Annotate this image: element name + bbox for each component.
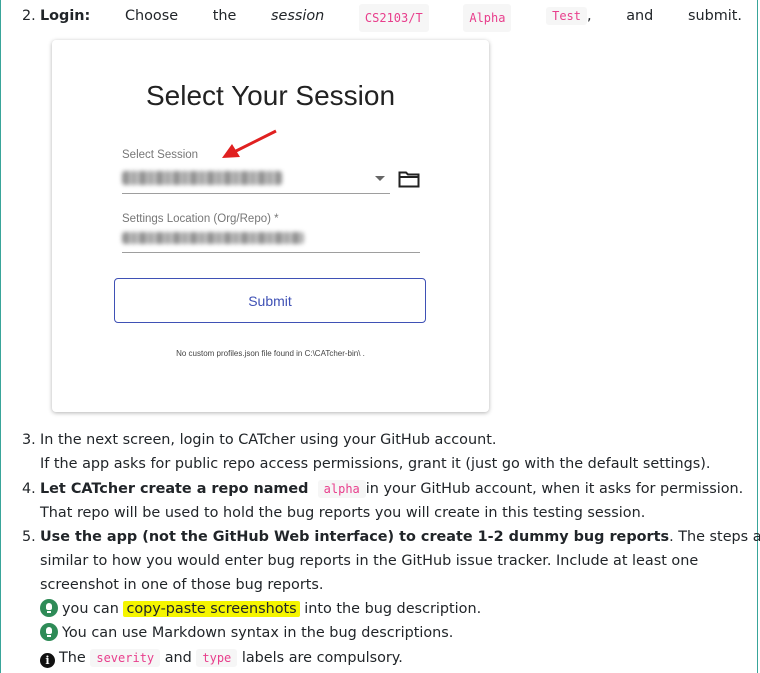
location-field-label: Settings Location (Org/Repo) * <box>122 213 279 225</box>
session-field-label: Select Session <box>122 149 199 161</box>
highlighted-text: copy-paste screenshots <box>123 601 300 617</box>
location-underline <box>122 252 420 253</box>
step-2-word: and <box>626 8 654 24</box>
info-icon: i <box>40 653 55 668</box>
profiles-note: No custom profiles.json file found in C:… <box>176 349 365 358</box>
session-code: Alpha <box>463 4 512 32</box>
lightbulb-icon <box>40 599 58 617</box>
info-labels: i The severity and type labels are compul… <box>40 646 742 670</box>
submit-button[interactable]: Submit <box>114 278 426 323</box>
step-5-line-1: Use the app (not the GitHub Web interfac… <box>40 529 760 545</box>
step-2-word: Choose <box>124 8 179 24</box>
step-4-line-2: That repo will be used to hold the bug r… <box>40 505 646 521</box>
step-5-number: 5. <box>22 529 36 545</box>
step-4-number: 4. <box>22 481 36 497</box>
lightbulb-icon <box>40 623 58 641</box>
step-2-number: 2. <box>22 8 36 24</box>
step-4-rest: in your GitHub account, when it asks for… <box>365 481 744 497</box>
step-2-word: session <box>270 8 325 24</box>
step-4-bold: Let CATcher create a repo named <box>40 481 309 497</box>
folder-icon[interactable] <box>398 170 420 188</box>
session-code: CS2103/T <box>358 4 429 32</box>
type-code: type <box>196 649 238 667</box>
step-5-line-2: similar to how you would enter bug repor… <box>40 553 699 569</box>
tip-markdown: You can use Markdown syntax in the bug d… <box>40 621 742 645</box>
step-4-line-1: Let CATcher create a repo named alpha in… <box>40 477 744 501</box>
session-code: Test <box>546 7 588 25</box>
step-5-line-3: screenshot in one of those bug reports. <box>40 577 324 593</box>
session-underline <box>122 193 390 194</box>
session-screenshot-card: Select Your Session Select Session Setti… <box>52 40 489 412</box>
repo-code: alpha <box>317 480 366 498</box>
location-value-blurred <box>122 232 304 244</box>
step-2-login: Login: <box>40 8 91 24</box>
step-3-line-2: If the app asks for public repo access p… <box>40 456 711 472</box>
step-3-number: 3. <box>22 432 36 448</box>
step-3-line-1: In the next screen, login to CATcher usi… <box>40 432 497 448</box>
severity-code: severity <box>90 649 161 667</box>
step-2-line: Login: Choose the session CS2103/T Alpha… <box>40 4 742 32</box>
session-value-blurred <box>122 171 282 185</box>
step-2-word: submit. <box>687 8 742 24</box>
card-title: Select Your Session <box>145 80 396 111</box>
step-5-bold: Use the app (not the GitHub Web interfac… <box>40 529 670 545</box>
tip-copy-paste: you can copy-paste screenshots into the … <box>40 597 742 621</box>
step-2-word: the <box>212 8 237 24</box>
chevron-down-icon[interactable] <box>375 176 385 181</box>
red-arrow-annotation <box>222 129 277 158</box>
